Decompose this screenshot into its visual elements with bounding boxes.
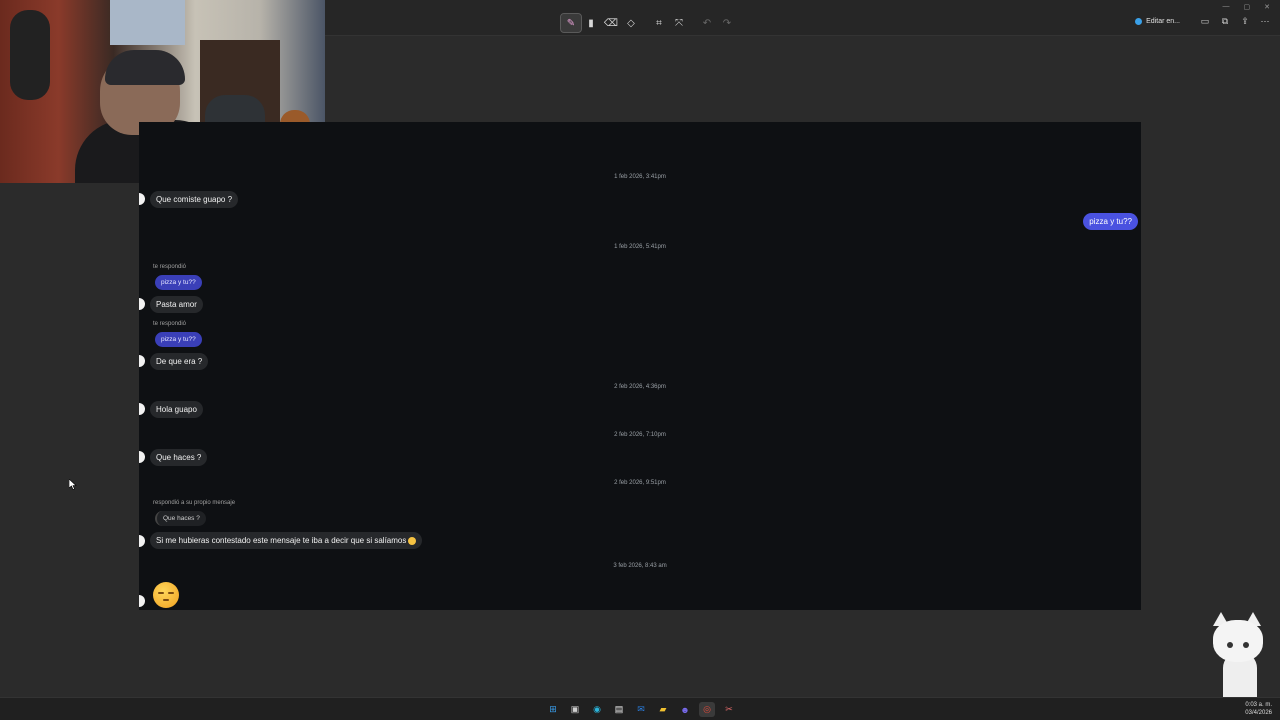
text-actions-tool[interactable]: ⤧ bbox=[669, 14, 689, 32]
emoji-eye bbox=[168, 592, 174, 594]
save-icon[interactable]: ▭ bbox=[1198, 14, 1212, 28]
clock-date: 03/4/2026 bbox=[1245, 710, 1272, 716]
avatar bbox=[139, 595, 145, 607]
reply-label: te respondió bbox=[153, 264, 187, 270]
cat-eye bbox=[1227, 642, 1233, 648]
grin-emoji-icon bbox=[408, 536, 417, 545]
edit-in-button[interactable]: Editar en... bbox=[1131, 16, 1184, 27]
timestamp: 1 feb 2026, 5:41pm bbox=[614, 244, 666, 250]
emoji-eye bbox=[158, 592, 164, 594]
emoji-mouth bbox=[163, 599, 169, 601]
minimize-button[interactable]: — bbox=[1223, 3, 1230, 11]
store-icon[interactable]: ▤ bbox=[611, 702, 627, 717]
more-icon[interactable]: ⋯ bbox=[1258, 14, 1272, 28]
mouse-cursor-icon bbox=[69, 479, 77, 490]
toolbar-actions: Editar en... ▭ ⧉ ⇪ ⋯ bbox=[1131, 14, 1272, 28]
edit-in-label: Editar en... bbox=[1146, 17, 1180, 25]
windows-start-icon[interactable]: ⊞ bbox=[545, 702, 561, 717]
avatar bbox=[139, 535, 145, 547]
file-explorer-icon[interactable]: ▰ bbox=[655, 702, 671, 717]
mail-icon[interactable]: ✉ bbox=[633, 702, 649, 717]
avatar bbox=[139, 193, 145, 205]
timestamp: 1 feb 2026, 3:41pm bbox=[614, 174, 666, 180]
message-text: Si me hubieras contestado este mensaje t… bbox=[156, 536, 407, 545]
paint-icon bbox=[1135, 17, 1143, 25]
shapes-tool[interactable]: ◇ bbox=[621, 14, 641, 32]
highlighter-tool[interactable]: ▮ bbox=[581, 14, 601, 32]
task-view-icon[interactable]: ▣ bbox=[567, 702, 583, 717]
eraser-tool[interactable]: ⌫ bbox=[601, 14, 621, 32]
toolbar-separator bbox=[689, 14, 697, 32]
reply-label: respondió a su propio mensaje bbox=[153, 500, 236, 506]
reply-quote: pizza y tu?? bbox=[155, 275, 202, 290]
timestamp: 3 feb 2026, 8:43 am bbox=[613, 563, 667, 569]
my-message-bubble: pizza y tu?? bbox=[1083, 213, 1138, 230]
undo-tool[interactable]: ↶ bbox=[697, 14, 717, 32]
cam-microphone bbox=[10, 10, 50, 100]
avatar bbox=[139, 403, 145, 415]
reply-label: te respondió bbox=[153, 321, 187, 327]
message-bubble: Pasta amor bbox=[150, 296, 203, 313]
message-bubble: De que era ? bbox=[150, 353, 209, 370]
pensive-emoji-icon bbox=[153, 582, 179, 608]
chat-screenshot: 1 feb 2026, 3:41pm Que comiste guapo ? p… bbox=[139, 122, 1141, 610]
message-bubble: Que haces ? bbox=[150, 449, 208, 466]
taskbar: ⊞ ▣ ◉ ▤ ✉ ▰ ☻ ◎ ✂ 0:03 a. m. 03/4/2026 bbox=[0, 697, 1280, 720]
cam-person-cap bbox=[105, 50, 185, 85]
clock-time: 0:03 a. m. bbox=[1245, 702, 1272, 708]
timestamp: 2 feb 2026, 9:51pm bbox=[614, 480, 666, 486]
highlighter-pen-tool[interactable]: ✎ bbox=[560, 13, 582, 33]
cam-window bbox=[110, 0, 185, 45]
taskbar-apps: ⊞ ▣ ◉ ▤ ✉ ▰ ☻ ◎ ✂ bbox=[545, 702, 737, 717]
message-bubble: Que comiste guapo ? bbox=[150, 191, 239, 208]
discord-icon[interactable]: ☻ bbox=[677, 702, 693, 717]
toolbar-separator bbox=[641, 14, 649, 32]
timestamp: 2 feb 2026, 7:10pm bbox=[614, 432, 666, 438]
message-bubble: Hola guapo bbox=[150, 401, 203, 418]
avatar bbox=[139, 451, 145, 463]
reply-quote: pizza y tu?? bbox=[155, 332, 202, 347]
avatar bbox=[139, 298, 145, 310]
share-icon[interactable]: ⇪ bbox=[1238, 14, 1252, 28]
timestamp: 2 feb 2026, 4:36pm bbox=[614, 384, 666, 390]
reply-quote: Que haces ? bbox=[155, 511, 206, 526]
window-controls: — ▢ ✕ bbox=[1223, 3, 1271, 11]
restore-button[interactable]: ▢ bbox=[1244, 3, 1251, 11]
message-bubble: Si me hubieras contestado este mensaje t… bbox=[150, 532, 423, 549]
cat-eye bbox=[1243, 642, 1249, 648]
snipping-tool-icon[interactable]: ✂ bbox=[721, 702, 737, 717]
edge-browser-icon[interactable]: ◉ bbox=[589, 702, 605, 717]
crop-tool[interactable]: ⌗ bbox=[649, 14, 669, 32]
close-button[interactable]: ✕ bbox=[1264, 3, 1270, 11]
markup-tools: ✎ ▮ ⌫ ◇ ⌗ ⤧ ↶ ↷ bbox=[560, 13, 737, 33]
redo-tool[interactable]: ↷ bbox=[717, 14, 737, 32]
cat-head bbox=[1213, 620, 1263, 662]
system-tray-clock[interactable]: 0:03 a. m. 03/4/2026 bbox=[1245, 701, 1272, 717]
copy-icon[interactable]: ⧉ bbox=[1218, 14, 1232, 28]
avatar bbox=[139, 355, 145, 367]
chrome-icon[interactable]: ◎ bbox=[699, 702, 715, 717]
